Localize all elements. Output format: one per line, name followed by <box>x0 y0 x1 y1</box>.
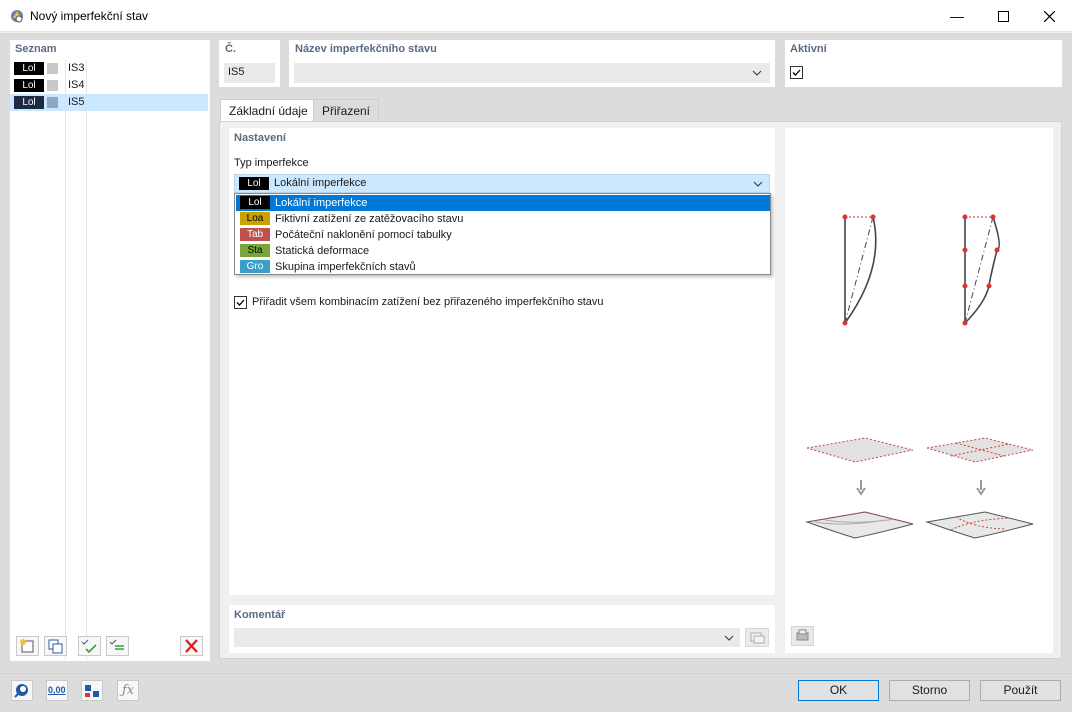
list-item[interactable]: Lol IS4 <box>10 77 208 94</box>
list-item-selected[interactable]: Lol IS5 <box>10 94 208 111</box>
type-badge: Lol <box>14 96 44 109</box>
maximize-icon <box>997 10 1009 22</box>
chevron-down-icon <box>753 181 763 187</box>
formula-icon: ƒx <box>122 683 135 698</box>
tab-basic[interactable]: Základní údaje <box>220 99 317 122</box>
list-panel: Seznam Lol IS3 Lol IS4 Lol IS5 <box>10 40 210 661</box>
chevron-down-icon <box>752 70 762 76</box>
name-panel: Název imperfekčního stavu <box>289 40 775 87</box>
selected-type: Lokální imperfekce <box>274 177 367 189</box>
option-badge: Tab <box>240 228 270 241</box>
minimize-icon: — <box>950 8 964 24</box>
preview-options-button[interactable] <box>791 626 814 646</box>
search-icon <box>14 684 28 698</box>
number-label: Č. <box>225 43 236 55</box>
checkmark-icon <box>792 69 801 76</box>
preview-panel <box>785 128 1053 653</box>
list-item-name: IS5 <box>68 96 85 108</box>
option-label: Lokální imperfekce <box>275 197 368 209</box>
chevron-down-icon <box>724 635 734 641</box>
formula-button[interactable]: ƒx <box>117 680 139 701</box>
copy-item-button[interactable] <box>44 636 67 656</box>
type-combobox[interactable]: Lol Lokální imperfekce <box>234 174 770 193</box>
list-item-name: IS4 <box>68 79 85 91</box>
list-item-name: IS3 <box>68 62 85 74</box>
check-all-button[interactable] <box>78 636 101 656</box>
minimize-button[interactable]: — <box>934 0 980 32</box>
delete-item-button[interactable] <box>180 636 203 656</box>
option-badge: Loa <box>240 212 270 225</box>
cancel-button[interactable]: Storno <box>889 680 970 701</box>
type-badge: Lol <box>14 79 44 92</box>
number-panel: Č. IS5 <box>219 40 280 87</box>
name-combobox[interactable] <box>294 63 770 83</box>
option-badge: Gro <box>240 260 270 273</box>
color-swatch <box>47 97 58 108</box>
comment-heading: Komentář <box>234 609 286 621</box>
maximize-button[interactable] <box>980 0 1026 32</box>
number-value: IS5 <box>228 66 245 78</box>
print-icon <box>796 629 809 641</box>
comment-panel: Komentář <box>229 605 775 653</box>
dropdown-option-local[interactable]: Lol Lokální imperfekce <box>236 195 770 211</box>
type-label: Typ imperfekce <box>234 157 309 169</box>
dropdown-option-load[interactable]: Loa Fiktivní zatížení ze zatěžovacího st… <box>236 211 770 227</box>
comment-library-button[interactable] <box>745 628 769 647</box>
imperfection-preview-graphic <box>805 214 1034 539</box>
option-label: Skupina imperfekčních stavů <box>275 261 416 273</box>
window-title: Nový imperfekční stav <box>30 9 149 23</box>
assign-all-label: Přiřadit všem kombinacím zatížení bez př… <box>252 296 604 308</box>
library-icon <box>750 632 765 644</box>
active-label: Aktivní <box>790 43 827 55</box>
comment-combobox[interactable] <box>234 628 740 647</box>
list-item[interactable]: Lol IS3 <box>10 60 208 77</box>
dialog-content: Seznam Lol IS3 Lol IS4 Lol IS5 Č. IS5 Ná… <box>0 33 1072 712</box>
dropdown-option-table[interactable]: Tab Počáteční naklonění pomocí tabulky <box>236 227 770 243</box>
number-field[interactable]: IS5 <box>224 63 275 83</box>
type-dropdown-list: Lol Lokální imperfekce Loa Fiktivní zatí… <box>234 193 771 275</box>
active-panel: Aktivní <box>785 40 1062 87</box>
option-badge: Lol <box>240 196 270 209</box>
color-swatch <box>47 80 58 91</box>
delete-icon <box>185 639 198 653</box>
new-item-button[interactable] <box>16 636 39 656</box>
option-label: Fiktivní zatížení ze zatěžovacího stavu <box>275 213 464 225</box>
dropdown-option-group[interactable]: Gro Skupina imperfekčních stavů <box>236 259 770 275</box>
view-tool-button[interactable] <box>81 680 103 701</box>
color-swatch <box>47 63 58 74</box>
dropdown-option-static[interactable]: Sta Statická deformace <box>236 243 770 259</box>
check-selected-icon <box>109 639 124 650</box>
active-checkbox[interactable] <box>790 66 803 79</box>
model-view-icon <box>85 685 99 697</box>
option-label: Statická deformace <box>275 245 370 257</box>
close-button[interactable] <box>1026 0 1072 32</box>
title-bar: Nový imperfekční stav — <box>0 0 1072 32</box>
assign-all-checkbox[interactable] <box>234 296 247 309</box>
copy-icon <box>48 639 63 654</box>
units-label: 0,00 <box>48 685 66 695</box>
option-badge: Sta <box>240 244 270 257</box>
option-label: Počáteční naklonění pomocí tabulky <box>275 229 452 241</box>
units-button[interactable]: 0,00 <box>46 680 68 701</box>
list-heading: Seznam <box>15 43 57 55</box>
settings-heading: Nastavení <box>234 132 286 144</box>
name-label: Název imperfekčního stavu <box>295 43 437 55</box>
check-all-icon <box>81 639 97 654</box>
type-badge: Lol <box>14 62 44 75</box>
tab-assignment[interactable]: Přiřazení <box>313 99 380 121</box>
checkmark-icon <box>236 299 245 306</box>
new-icon <box>20 639 34 653</box>
selected-badge: Lol <box>239 177 269 190</box>
apply-button[interactable]: Použít <box>980 680 1061 701</box>
close-icon <box>1043 10 1055 22</box>
check-selected-button[interactable] <box>106 636 129 656</box>
search-tool-button[interactable] <box>11 680 33 701</box>
app-icon <box>11 10 23 23</box>
ok-button[interactable]: OK <box>798 680 879 701</box>
